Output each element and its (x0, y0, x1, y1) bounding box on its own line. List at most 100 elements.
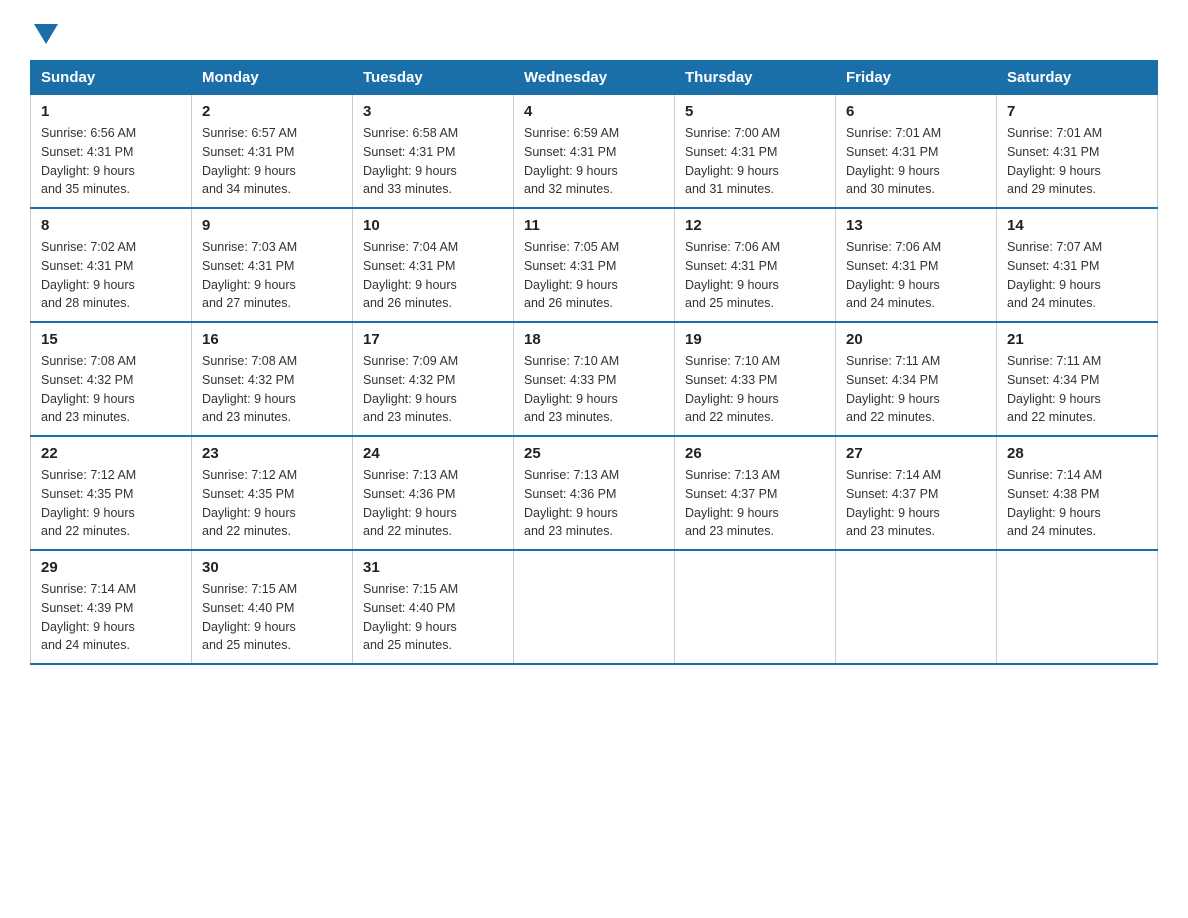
calendar-week-row: 22 Sunrise: 7:12 AMSunset: 4:35 PMDaylig… (31, 436, 1158, 550)
day-number: 2 (202, 103, 342, 120)
day-number: 11 (524, 217, 664, 234)
day-number: 7 (1007, 103, 1147, 120)
day-info: Sunrise: 7:00 AMSunset: 4:31 PMDaylight:… (685, 124, 825, 199)
weekday-header-monday: Monday (192, 61, 353, 95)
day-number: 1 (41, 103, 181, 120)
calendar-table: SundayMondayTuesdayWednesdayThursdayFrid… (30, 60, 1158, 665)
day-number: 14 (1007, 217, 1147, 234)
day-info: Sunrise: 6:58 AMSunset: 4:31 PMDaylight:… (363, 124, 503, 199)
day-number: 13 (846, 217, 986, 234)
calendar-cell: 5 Sunrise: 7:00 AMSunset: 4:31 PMDayligh… (675, 95, 836, 209)
day-info: Sunrise: 7:06 AMSunset: 4:31 PMDaylight:… (685, 238, 825, 313)
calendar-cell: 2 Sunrise: 6:57 AMSunset: 4:31 PMDayligh… (192, 95, 353, 209)
day-info: Sunrise: 7:01 AMSunset: 4:31 PMDaylight:… (1007, 124, 1147, 199)
day-info: Sunrise: 7:14 AMSunset: 4:37 PMDaylight:… (846, 466, 986, 541)
day-number: 8 (41, 217, 181, 234)
day-info: Sunrise: 7:13 AMSunset: 4:36 PMDaylight:… (363, 466, 503, 541)
day-number: 15 (41, 331, 181, 348)
day-info: Sunrise: 6:56 AMSunset: 4:31 PMDaylight:… (41, 124, 181, 199)
day-number: 18 (524, 331, 664, 348)
calendar-cell: 3 Sunrise: 6:58 AMSunset: 4:31 PMDayligh… (353, 95, 514, 209)
calendar-cell: 14 Sunrise: 7:07 AMSunset: 4:31 PMDaylig… (997, 208, 1158, 322)
day-info: Sunrise: 7:11 AMSunset: 4:34 PMDaylight:… (846, 352, 986, 427)
day-number: 17 (363, 331, 503, 348)
day-info: Sunrise: 7:13 AMSunset: 4:37 PMDaylight:… (685, 466, 825, 541)
weekday-header-thursday: Thursday (675, 61, 836, 95)
calendar-header: SundayMondayTuesdayWednesdayThursdayFrid… (31, 61, 1158, 95)
day-number: 21 (1007, 331, 1147, 348)
day-number: 6 (846, 103, 986, 120)
calendar-week-row: 15 Sunrise: 7:08 AMSunset: 4:32 PMDaylig… (31, 322, 1158, 436)
day-number: 25 (524, 445, 664, 462)
day-number: 9 (202, 217, 342, 234)
day-info: Sunrise: 7:11 AMSunset: 4:34 PMDaylight:… (1007, 352, 1147, 427)
day-number: 19 (685, 331, 825, 348)
calendar-week-row: 1 Sunrise: 6:56 AMSunset: 4:31 PMDayligh… (31, 95, 1158, 209)
day-info: Sunrise: 7:06 AMSunset: 4:31 PMDaylight:… (846, 238, 986, 313)
day-info: Sunrise: 7:10 AMSunset: 4:33 PMDaylight:… (685, 352, 825, 427)
calendar-cell: 1 Sunrise: 6:56 AMSunset: 4:31 PMDayligh… (31, 95, 192, 209)
logo (30, 20, 58, 42)
day-info: Sunrise: 7:15 AMSunset: 4:40 PMDaylight:… (363, 580, 503, 655)
day-number: 12 (685, 217, 825, 234)
day-info: Sunrise: 6:59 AMSunset: 4:31 PMDaylight:… (524, 124, 664, 199)
weekday-row: SundayMondayTuesdayWednesdayThursdayFrid… (31, 61, 1158, 95)
calendar-cell: 31 Sunrise: 7:15 AMSunset: 4:40 PMDaylig… (353, 550, 514, 664)
calendar-cell: 11 Sunrise: 7:05 AMSunset: 4:31 PMDaylig… (514, 208, 675, 322)
weekday-header-friday: Friday (836, 61, 997, 95)
calendar-cell: 16 Sunrise: 7:08 AMSunset: 4:32 PMDaylig… (192, 322, 353, 436)
day-number: 5 (685, 103, 825, 120)
logo-triangle-icon (34, 24, 58, 44)
day-info: Sunrise: 7:08 AMSunset: 4:32 PMDaylight:… (202, 352, 342, 427)
day-info: Sunrise: 6:57 AMSunset: 4:31 PMDaylight:… (202, 124, 342, 199)
day-info: Sunrise: 7:14 AMSunset: 4:38 PMDaylight:… (1007, 466, 1147, 541)
day-number: 23 (202, 445, 342, 462)
calendar-cell: 7 Sunrise: 7:01 AMSunset: 4:31 PMDayligh… (997, 95, 1158, 209)
calendar-cell: 12 Sunrise: 7:06 AMSunset: 4:31 PMDaylig… (675, 208, 836, 322)
day-info: Sunrise: 7:04 AMSunset: 4:31 PMDaylight:… (363, 238, 503, 313)
day-number: 24 (363, 445, 503, 462)
calendar-cell: 17 Sunrise: 7:09 AMSunset: 4:32 PMDaylig… (353, 322, 514, 436)
day-info: Sunrise: 7:01 AMSunset: 4:31 PMDaylight:… (846, 124, 986, 199)
calendar-cell: 24 Sunrise: 7:13 AMSunset: 4:36 PMDaylig… (353, 436, 514, 550)
page-header (30, 20, 1158, 42)
day-info: Sunrise: 7:09 AMSunset: 4:32 PMDaylight:… (363, 352, 503, 427)
day-info: Sunrise: 7:12 AMSunset: 4:35 PMDaylight:… (41, 466, 181, 541)
calendar-cell: 25 Sunrise: 7:13 AMSunset: 4:36 PMDaylig… (514, 436, 675, 550)
calendar-cell: 20 Sunrise: 7:11 AMSunset: 4:34 PMDaylig… (836, 322, 997, 436)
weekday-header-saturday: Saturday (997, 61, 1158, 95)
day-info: Sunrise: 7:10 AMSunset: 4:33 PMDaylight:… (524, 352, 664, 427)
day-number: 27 (846, 445, 986, 462)
day-number: 26 (685, 445, 825, 462)
calendar-cell: 10 Sunrise: 7:04 AMSunset: 4:31 PMDaylig… (353, 208, 514, 322)
day-number: 10 (363, 217, 503, 234)
day-number: 3 (363, 103, 503, 120)
calendar-cell: 27 Sunrise: 7:14 AMSunset: 4:37 PMDaylig… (836, 436, 997, 550)
day-number: 16 (202, 331, 342, 348)
day-info: Sunrise: 7:07 AMSunset: 4:31 PMDaylight:… (1007, 238, 1147, 313)
calendar-cell: 6 Sunrise: 7:01 AMSunset: 4:31 PMDayligh… (836, 95, 997, 209)
calendar-cell: 9 Sunrise: 7:03 AMSunset: 4:31 PMDayligh… (192, 208, 353, 322)
day-number: 30 (202, 559, 342, 576)
day-info: Sunrise: 7:14 AMSunset: 4:39 PMDaylight:… (41, 580, 181, 655)
day-info: Sunrise: 7:15 AMSunset: 4:40 PMDaylight:… (202, 580, 342, 655)
calendar-cell: 18 Sunrise: 7:10 AMSunset: 4:33 PMDaylig… (514, 322, 675, 436)
calendar-week-row: 8 Sunrise: 7:02 AMSunset: 4:31 PMDayligh… (31, 208, 1158, 322)
day-number: 31 (363, 559, 503, 576)
calendar-cell: 23 Sunrise: 7:12 AMSunset: 4:35 PMDaylig… (192, 436, 353, 550)
day-info: Sunrise: 7:13 AMSunset: 4:36 PMDaylight:… (524, 466, 664, 541)
calendar-cell: 21 Sunrise: 7:11 AMSunset: 4:34 PMDaylig… (997, 322, 1158, 436)
calendar-cell (675, 550, 836, 664)
calendar-week-row: 29 Sunrise: 7:14 AMSunset: 4:39 PMDaylig… (31, 550, 1158, 664)
calendar-cell: 22 Sunrise: 7:12 AMSunset: 4:35 PMDaylig… (31, 436, 192, 550)
calendar-cell: 28 Sunrise: 7:14 AMSunset: 4:38 PMDaylig… (997, 436, 1158, 550)
day-number: 22 (41, 445, 181, 462)
calendar-cell (514, 550, 675, 664)
calendar-cell: 30 Sunrise: 7:15 AMSunset: 4:40 PMDaylig… (192, 550, 353, 664)
day-number: 28 (1007, 445, 1147, 462)
calendar-cell: 8 Sunrise: 7:02 AMSunset: 4:31 PMDayligh… (31, 208, 192, 322)
day-number: 4 (524, 103, 664, 120)
calendar-cell: 13 Sunrise: 7:06 AMSunset: 4:31 PMDaylig… (836, 208, 997, 322)
day-number: 20 (846, 331, 986, 348)
day-info: Sunrise: 7:08 AMSunset: 4:32 PMDaylight:… (41, 352, 181, 427)
